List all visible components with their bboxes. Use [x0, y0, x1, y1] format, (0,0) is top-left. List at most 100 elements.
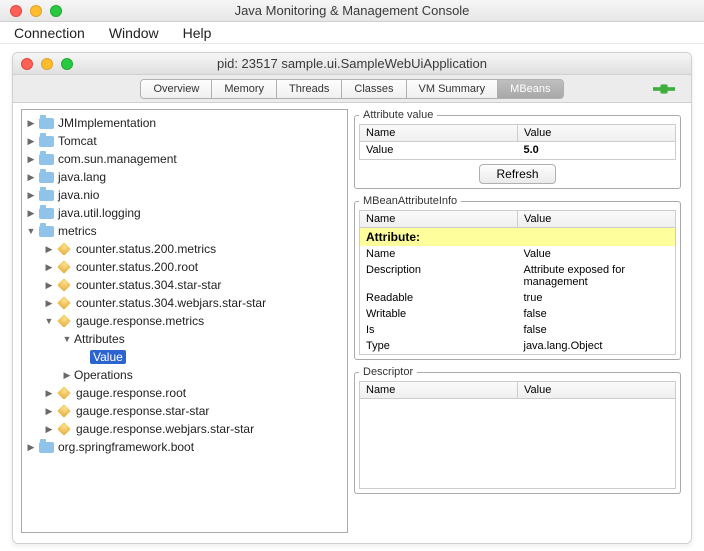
attrinfo-row[interactable]: Writablefalse: [360, 306, 675, 322]
disclosure-triangle-icon[interactable]: [44, 406, 54, 416]
col-value: Value: [518, 382, 675, 398]
tab-memory[interactable]: Memory: [212, 80, 277, 98]
disclosure-triangle-icon[interactable]: [44, 262, 54, 272]
disclosure-triangle-icon[interactable]: [26, 154, 36, 164]
disclosure-triangle-icon[interactable]: [26, 118, 36, 128]
mbean-icon: [57, 296, 71, 310]
folder-icon: [39, 442, 54, 453]
inner-window-title: pid: 23517 sample.ui.SampleWebUiApplicat…: [13, 56, 691, 71]
disclosure-triangle-icon[interactable]: [44, 316, 54, 326]
attrinfo-row-header[interactable]: Attribute:: [360, 228, 675, 246]
inner-zoom-traffic-light[interactable]: [61, 58, 73, 70]
cell-value: false: [518, 322, 676, 338]
tab-vmsummary[interactable]: VM Summary: [407, 80, 499, 98]
cell-name: Readable: [360, 290, 518, 306]
tree-node-metrics[interactable]: metrics: [22, 222, 347, 240]
disclosure-triangle-icon[interactable]: [26, 208, 36, 218]
folder-icon: [39, 136, 54, 147]
tree-node-java-nio[interactable]: java.nio: [22, 186, 347, 204]
folder-icon: [39, 208, 54, 219]
menu-window[interactable]: Window: [109, 25, 159, 41]
mbean-tree-panel[interactable]: JMImplementation Tomcat com.sun.manageme…: [21, 109, 348, 533]
connection-status-icon: [653, 82, 675, 96]
tree-node-gauge-webjars[interactable]: gauge.response.webjars.star-star: [22, 420, 347, 438]
tree-node-java-lang[interactable]: java.lang: [22, 168, 347, 186]
attrinfo-header: Name Value: [359, 210, 676, 228]
tree-node-counter-200-root[interactable]: counter.status.200.root: [22, 258, 347, 276]
inner-window: pid: 23517 sample.ui.SampleWebUiApplicat…: [12, 52, 692, 544]
descriptor-panel: Descriptor Name Value: [354, 366, 681, 494]
tree-node-counter-304-webjars[interactable]: counter.status.304.webjars.star-star: [22, 294, 347, 312]
tree-node-springframework-boot[interactable]: org.springframework.boot: [22, 438, 347, 456]
inner-titlebar: pid: 23517 sample.ui.SampleWebUiApplicat…: [13, 53, 691, 75]
mbean-icon: [57, 278, 71, 292]
refresh-button[interactable]: Refresh: [479, 164, 555, 184]
mbean-icon: [57, 314, 71, 328]
inner-minimize-traffic-light[interactable]: [41, 58, 53, 70]
tabbar: Overview Memory Threads Classes VM Summa…: [13, 75, 691, 103]
disclosure-triangle-icon[interactable]: [26, 442, 36, 452]
attribute-value-row[interactable]: Value 5.0: [360, 142, 675, 158]
zoom-traffic-light[interactable]: [50, 5, 62, 17]
disclosure-triangle-icon[interactable]: [26, 172, 36, 182]
attribute-value-header: Name Value: [359, 124, 676, 142]
tree-node-jmimplementation[interactable]: JMImplementation: [22, 114, 347, 132]
tree-node-gauge-root[interactable]: gauge.response.root: [22, 384, 347, 402]
folder-icon: [39, 172, 54, 183]
tree-node-attribute-value[interactable]: Value: [22, 348, 347, 366]
disclosure-triangle-icon[interactable]: [62, 334, 72, 344]
disclosure-triangle-icon[interactable]: [44, 424, 54, 434]
attrinfo-row[interactable]: Typejava.lang.Object: [360, 338, 675, 354]
close-traffic-light[interactable]: [10, 5, 22, 17]
attrinfo-row[interactable]: DescriptionAttribute exposed for managem…: [360, 262, 675, 290]
cell-value: false: [518, 306, 676, 322]
mbean-icon: [57, 422, 71, 436]
tree-node-counter-200-metrics[interactable]: counter.status.200.metrics: [22, 240, 347, 258]
disclosure-triangle-icon[interactable]: [44, 244, 54, 254]
col-name: Name: [360, 382, 518, 398]
disclosure-triangle-icon[interactable]: [44, 388, 54, 398]
disclosure-triangle-icon[interactable]: [62, 370, 72, 380]
disclosure-triangle-icon[interactable]: [26, 226, 36, 236]
disclosure-triangle-icon[interactable]: [44, 280, 54, 290]
menu-connection[interactable]: Connection: [14, 25, 85, 41]
descriptor-body: [359, 399, 676, 489]
cell-value: [518, 228, 676, 246]
col-value: Value: [518, 125, 675, 141]
cell-name: Is: [360, 322, 518, 338]
disclosure-triangle-icon[interactable]: [26, 190, 36, 200]
tree-node-tomcat[interactable]: Tomcat: [22, 132, 347, 150]
cell-value: Value: [518, 246, 676, 262]
cell-name: Writable: [360, 306, 518, 322]
menu-help[interactable]: Help: [183, 25, 212, 41]
cell-value: true: [518, 290, 676, 306]
tree-node-counter-304-starstar[interactable]: counter.status.304.star-star: [22, 276, 347, 294]
window-title: Java Monitoring & Management Console: [0, 3, 704, 18]
tree-node-attributes[interactable]: Attributes: [22, 330, 347, 348]
tree-node-operations[interactable]: Operations: [22, 366, 347, 384]
disclosure-triangle-icon[interactable]: [44, 298, 54, 308]
folder-icon: [39, 226, 54, 237]
inner-close-traffic-light[interactable]: [21, 58, 33, 70]
disclosure-triangle-icon[interactable]: [26, 136, 36, 146]
tab-threads[interactable]: Threads: [277, 80, 342, 98]
tab-classes[interactable]: Classes: [342, 80, 406, 98]
tab-mbeans[interactable]: MBeans: [498, 80, 562, 98]
attrinfo-row[interactable]: Readabletrue: [360, 290, 675, 306]
tab-overview[interactable]: Overview: [141, 80, 212, 98]
attrinfo-row[interactable]: Isfalse: [360, 322, 675, 338]
descriptor-header: Name Value: [359, 381, 676, 399]
tree-node-java-logging[interactable]: java.util.logging: [22, 204, 347, 222]
col-name: Name: [360, 125, 518, 141]
cell-name: Description: [360, 262, 518, 290]
tree-node-sun-management[interactable]: com.sun.management: [22, 150, 347, 168]
tree-node-gauge-starstar[interactable]: gauge.response.star-star: [22, 402, 347, 420]
mbean-attribute-info-legend: MBeanAttributeInfo: [359, 195, 461, 207]
cell-value: Attribute exposed for management: [518, 262, 676, 290]
cell-name: Name: [360, 246, 518, 262]
folder-icon: [39, 154, 54, 165]
tree-node-gauge-metrics[interactable]: gauge.response.metrics: [22, 312, 347, 330]
cell-value: java.lang.Object: [518, 338, 676, 354]
attrinfo-row[interactable]: NameValue: [360, 246, 675, 262]
minimize-traffic-light[interactable]: [30, 5, 42, 17]
